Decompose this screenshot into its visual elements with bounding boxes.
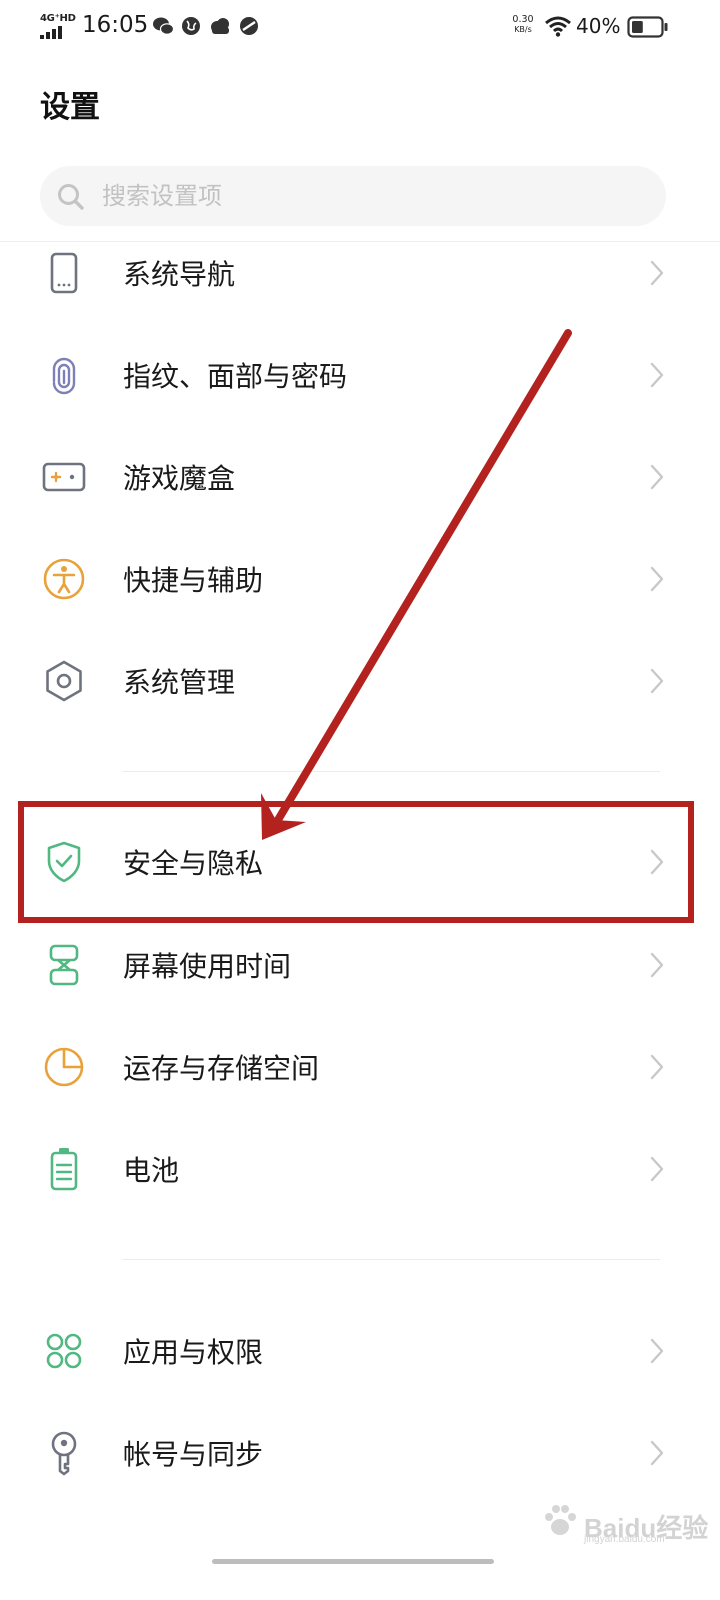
home-indicator[interactable] xyxy=(212,1559,494,1564)
weather-cloud-icon xyxy=(211,18,229,34)
settings-item-system-management[interactable]: 系统管理 xyxy=(0,630,720,732)
chevron-right-icon xyxy=(648,1337,666,1365)
settings-item-label: 系统管理 xyxy=(123,666,236,699)
settings-item-memory-storage[interactable]: 运存与存储空间 xyxy=(0,1016,720,1118)
watermark-subtext: jingyan.baidu.com xyxy=(584,1534,665,1545)
fingerprint-icon xyxy=(40,351,88,399)
network-speed: 0.30 KB/s xyxy=(506,15,540,35)
key-icon xyxy=(40,1429,88,1477)
network-speed-unit: KB/s xyxy=(514,25,532,34)
settings-item-game-box[interactable]: 游戏魔盒 xyxy=(0,426,720,528)
accessibility-icon xyxy=(40,555,88,603)
chevron-right-icon xyxy=(648,1053,666,1081)
signal-bars-icon xyxy=(40,26,62,39)
apps-grid-icon xyxy=(40,1327,88,1375)
settings-item-apps-permissions[interactable]: 应用与权限 xyxy=(0,1300,720,1402)
cellular-signal: 4G⁺HD xyxy=(40,13,76,39)
wifi-icon xyxy=(545,16,571,37)
settings-item-account-sync[interactable]: 帐号与同步 xyxy=(0,1402,720,1504)
notification-icons xyxy=(152,15,260,39)
chevron-right-icon xyxy=(648,667,666,695)
settings-item-label: 快捷与辅助 xyxy=(123,564,264,597)
paw-logo-icon xyxy=(545,1505,576,1535)
pie-chart-icon xyxy=(40,1043,88,1091)
settings-item-screen-time[interactable]: 屏幕使用时间 xyxy=(0,914,720,1016)
chevron-right-icon xyxy=(648,951,666,979)
section-divider xyxy=(122,771,660,772)
chevron-right-icon xyxy=(648,1155,666,1183)
settings-item-label: 帐号与同步 xyxy=(123,1438,264,1471)
annotation-highlight-box xyxy=(18,801,694,923)
settings-item-label: 屏幕使用时间 xyxy=(123,950,292,983)
network-type-label: 4G⁺HD xyxy=(40,13,76,24)
settings-item-label: 游戏魔盒 xyxy=(123,462,236,495)
settings-item-system-navigation[interactable]: 系统导航 xyxy=(0,222,720,324)
phone-navigation-icon xyxy=(40,249,88,297)
chevron-right-icon xyxy=(648,463,666,491)
globe-icon xyxy=(182,17,200,35)
settings-item-label: 指纹、面部与密码 xyxy=(123,360,348,393)
chevron-right-icon xyxy=(648,565,666,593)
chevron-right-icon xyxy=(648,259,666,287)
status-time: 16:05 xyxy=(82,12,149,38)
browser-icon xyxy=(240,17,258,35)
page-title: 设置 xyxy=(40,90,100,125)
section-divider xyxy=(122,1259,660,1260)
settings-item-label: 应用与权限 xyxy=(123,1336,264,1369)
hexagon-settings-icon xyxy=(40,657,88,705)
wechat-icon xyxy=(153,17,174,35)
settings-item-label: 电池 xyxy=(123,1154,180,1187)
network-speed-value: 0.30 xyxy=(512,14,534,25)
battery-icon xyxy=(40,1145,88,1193)
settings-item-label: 运存与存储空间 xyxy=(123,1052,320,1085)
search-icon xyxy=(56,182,86,216)
search-input[interactable] xyxy=(102,166,642,226)
chevron-right-icon xyxy=(648,1439,666,1467)
hourglass-icon xyxy=(40,941,88,989)
settings-item-battery[interactable]: 电池 xyxy=(0,1118,720,1220)
status-bar: 4G⁺HD 16:05 0.30 KB/s 40% xyxy=(0,0,720,56)
battery-status-icon xyxy=(627,16,668,38)
gamepad-icon xyxy=(40,453,88,501)
baidu-watermark: Baidu经验 jingyan.baidu.com xyxy=(540,1490,708,1550)
search-bar[interactable] xyxy=(40,166,666,226)
settings-item-label: 系统导航 xyxy=(123,258,236,291)
battery-percentage: 40% xyxy=(576,14,621,38)
settings-item-fingerprint-face-password[interactable]: 指纹、面部与密码 xyxy=(0,324,720,426)
settings-item-shortcuts-accessibility[interactable]: 快捷与辅助 xyxy=(0,528,720,630)
chevron-right-icon xyxy=(648,361,666,389)
